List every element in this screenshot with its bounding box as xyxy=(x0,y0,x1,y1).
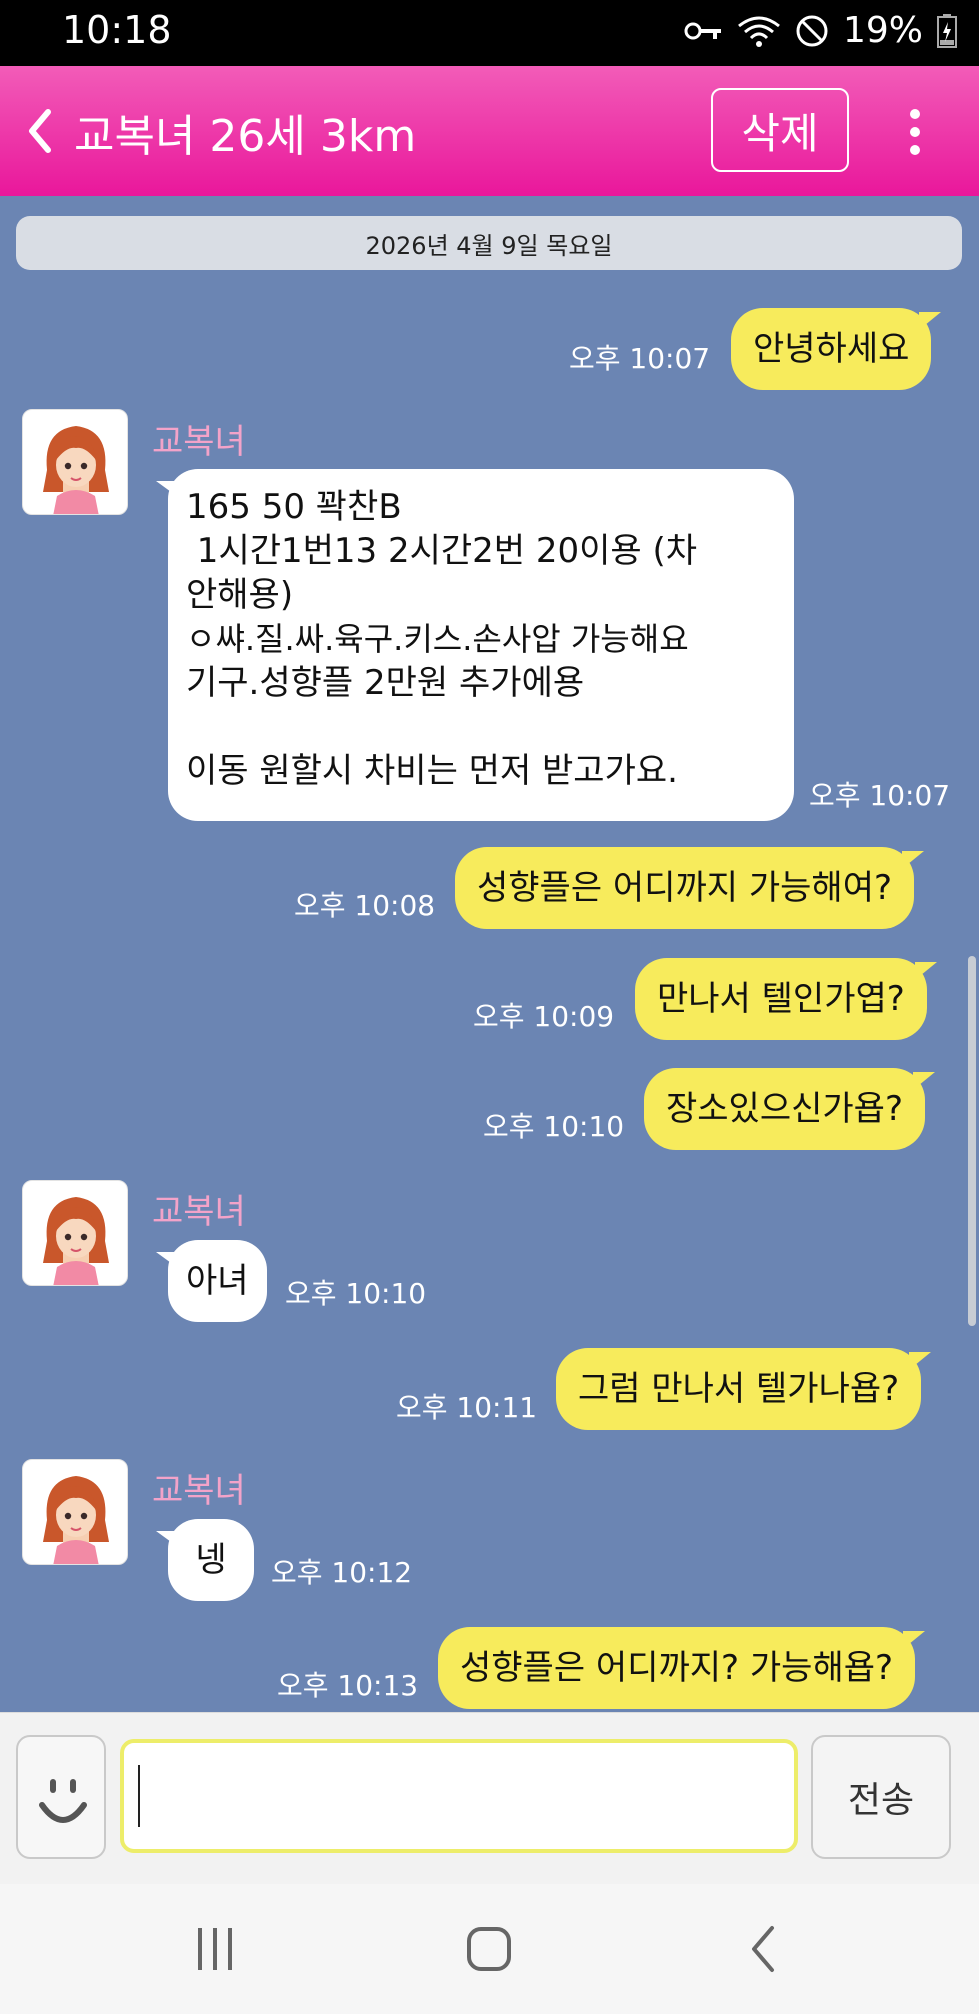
key-icon xyxy=(684,22,721,39)
sender-name: 교복녀 xyxy=(152,1471,246,1511)
chat-title: 교복녀 26세 3km xyxy=(74,111,417,162)
message-input[interactable] xyxy=(120,1739,798,1853)
message-time: 오후 10:07 xyxy=(809,779,951,812)
emoji-button[interactable] xyxy=(16,1735,106,1859)
date-separator: 2026년 4월 9일 목요일 xyxy=(16,216,962,270)
message-time: 오후 10:10 xyxy=(285,1277,427,1310)
status-bar: 10:18 19% xyxy=(0,0,979,66)
back-chevron-icon[interactable] xyxy=(24,108,54,154)
avatar[interactable] xyxy=(22,409,128,515)
their-message: 165 50 꽉찬B 1시간1번13 2시간2번 20이용 (차 안해용) ㅇ쌰… xyxy=(156,469,794,821)
battery-charging-icon xyxy=(937,13,957,48)
status-time: 10:18 xyxy=(62,8,172,52)
my-message: 성향플은 어디까지? 가능해욥? xyxy=(438,1627,926,1709)
message-time: 오후 10:13 xyxy=(277,1669,419,1702)
their-message: 아녀 xyxy=(156,1240,267,1322)
system-nav-bar xyxy=(0,1884,979,2014)
chat-scrollbar[interactable] xyxy=(968,956,976,1326)
back-nav-icon[interactable] xyxy=(748,1924,778,1974)
sender-name: 교복녀 xyxy=(152,1192,246,1232)
smiley-icon xyxy=(39,1779,87,1823)
home-icon[interactable] xyxy=(466,1926,512,1972)
send-button[interactable]: 전송 xyxy=(811,1735,951,1859)
my-message: 장소있으신가욥? xyxy=(644,1068,936,1150)
sender-name: 교복녀 xyxy=(152,422,246,462)
status-icons: 19% xyxy=(683,10,957,51)
message-input-bar: 전송 xyxy=(0,1712,979,1885)
message-time: 오후 10:10 xyxy=(483,1110,625,1143)
my-message: 안녕하세요 xyxy=(731,308,942,390)
wifi-icon xyxy=(738,16,780,47)
message-time: 오후 10:12 xyxy=(271,1556,413,1589)
my-message: 그럼 만나서 텔가나욥? xyxy=(556,1348,932,1430)
avatar[interactable] xyxy=(22,1459,128,1565)
delete-button[interactable]: 삭제 xyxy=(711,88,849,172)
battery-percent: 19% xyxy=(842,10,923,51)
chat-header: 교복녀 26세 3km 삭제 xyxy=(0,66,979,196)
message-time: 오후 10:09 xyxy=(473,1000,615,1033)
message-time: 오후 10:07 xyxy=(569,342,711,375)
message-time: 오후 10:11 xyxy=(396,1391,538,1424)
do-not-disturb-icon xyxy=(796,15,828,46)
chat-area[interactable]: 2026년 4월 9일 목요일 안녕하세요 오후 10:07 교복녀 165 5… xyxy=(0,196,979,1712)
text-caret xyxy=(138,1765,140,1827)
my-message: 만나서 텔인가엽? xyxy=(635,958,937,1040)
their-message: 넹 xyxy=(156,1519,254,1601)
my-message: 성향플은 어디까지 가능해여? xyxy=(455,847,925,929)
recent-apps-icon[interactable] xyxy=(192,1926,238,1972)
message-time: 오후 10:08 xyxy=(294,889,436,922)
more-vertical-icon[interactable] xyxy=(898,106,932,158)
avatar[interactable] xyxy=(22,1180,128,1286)
